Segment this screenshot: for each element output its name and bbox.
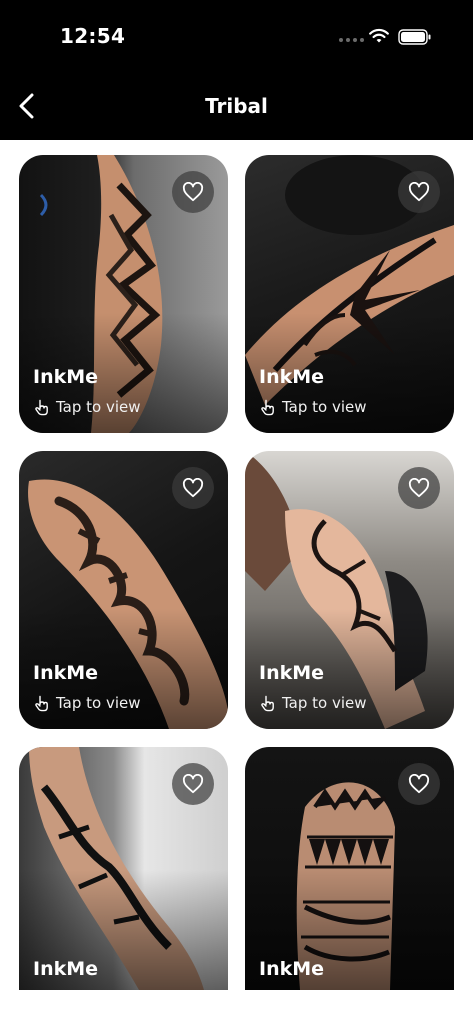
tap-hint: Tap to view [35, 398, 141, 416]
hand-pointer-icon [261, 399, 274, 415]
favorite-button[interactable] [172, 763, 214, 805]
heart-outline-icon [408, 774, 430, 794]
tattoo-card[interactable]: InkMe [245, 747, 454, 990]
favorite-button[interactable] [398, 467, 440, 509]
navigation-bar: Tribal [0, 72, 473, 140]
heart-outline-icon [182, 182, 204, 202]
tap-hint-text: Tap to view [56, 398, 141, 416]
tap-hint: Tap to view [261, 398, 367, 416]
tattoo-card[interactable]: InkMe Tap to view [19, 155, 228, 433]
tattoo-card[interactable]: InkMe Tap to view [19, 451, 228, 729]
tap-hint: Tap to view [261, 694, 367, 712]
card-brand: InkMe [259, 662, 325, 684]
favorite-button[interactable] [398, 763, 440, 805]
tap-hint-text: Tap to view [56, 694, 141, 712]
heart-outline-icon [408, 182, 430, 202]
card-brand: InkMe [33, 958, 99, 980]
wifi-icon [369, 28, 389, 43]
card-brand: InkMe [33, 366, 99, 388]
hand-pointer-icon [35, 399, 48, 415]
tap-hint: Tap to view [35, 694, 141, 712]
tattoo-card[interactable]: InkMe [19, 747, 228, 990]
hand-pointer-icon [35, 695, 48, 711]
favorite-button[interactable] [398, 171, 440, 213]
tattoo-card[interactable]: InkMe Tap to view [245, 155, 454, 433]
tap-hint-text: Tap to view [282, 694, 367, 712]
battery-icon [398, 29, 431, 45]
page-title: Tribal [205, 94, 268, 118]
card-brand: InkMe [259, 958, 325, 980]
tattoo-card[interactable]: InkMe Tap to view [245, 451, 454, 729]
status-time: 12:54 [60, 24, 126, 48]
favorite-button[interactable] [172, 171, 214, 213]
card-brand: InkMe [259, 366, 325, 388]
hand-pointer-icon [261, 695, 274, 711]
heart-outline-icon [408, 478, 430, 498]
heart-outline-icon [182, 774, 204, 794]
status-bar: 12:54 [0, 0, 473, 72]
heart-outline-icon [182, 478, 204, 498]
card-brand: InkMe [33, 662, 99, 684]
tap-hint-text: Tap to view [282, 398, 367, 416]
cellular-signal-icon [339, 38, 364, 42]
favorite-button[interactable] [172, 467, 214, 509]
